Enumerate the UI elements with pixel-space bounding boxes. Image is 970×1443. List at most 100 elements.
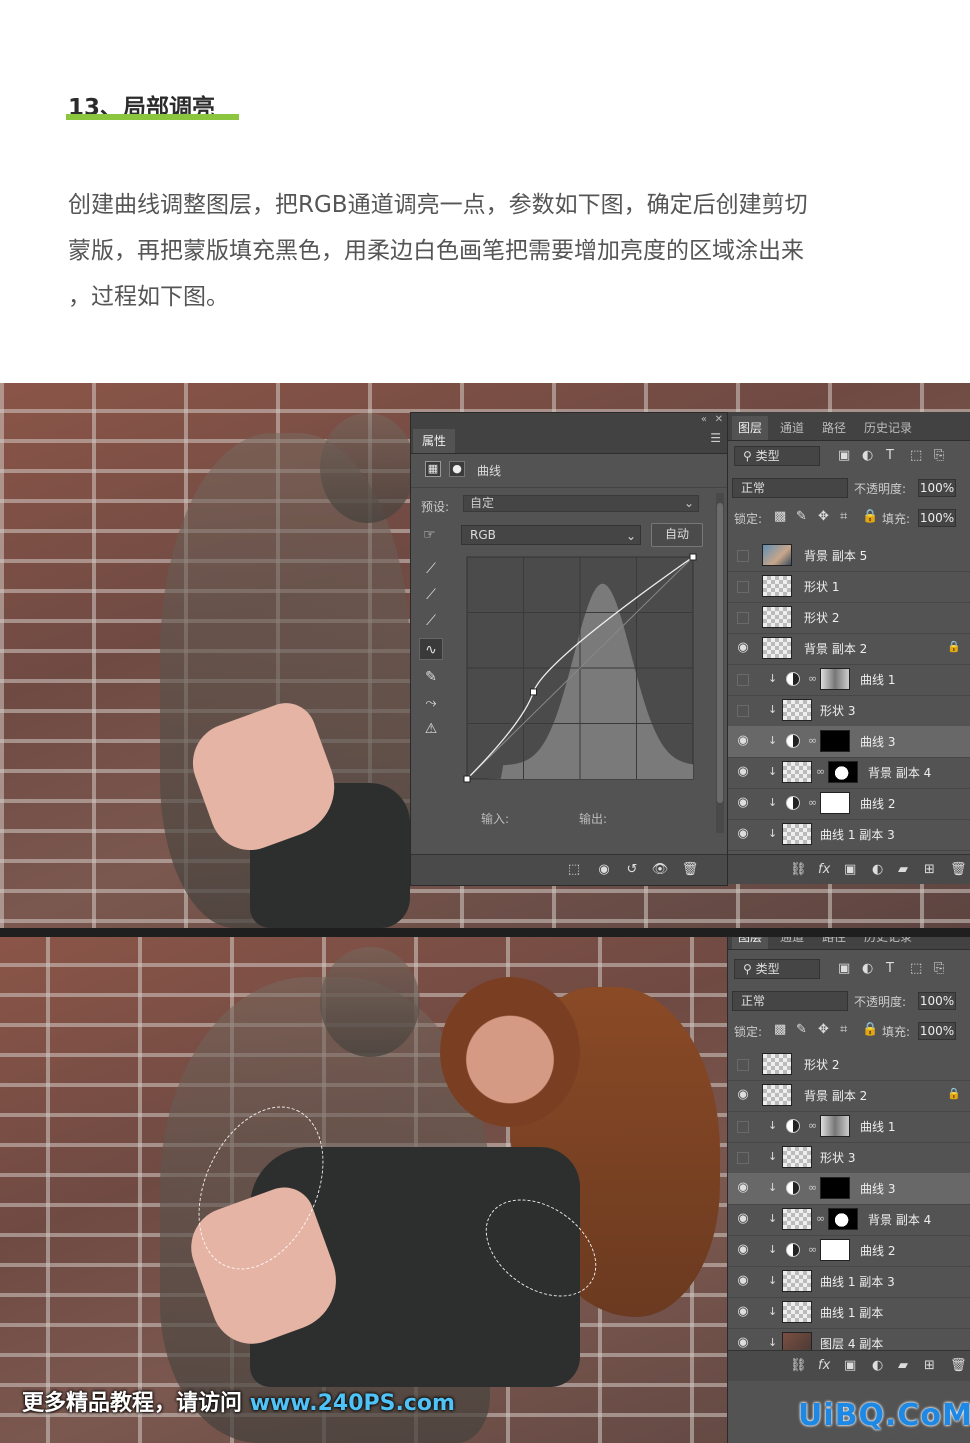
eye-icon[interactable]: ◉: [736, 1088, 750, 1102]
curve-graph[interactable]: [463, 553, 699, 793]
eye-icon[interactable]: ◉: [736, 1212, 750, 1226]
layer-row[interactable]: 背景 副本 5: [728, 540, 970, 572]
layer-mask-thumbnail[interactable]: [820, 792, 850, 814]
pixel-filter-icon[interactable]: ▣: [838, 961, 850, 976]
fx-icon[interactable]: fx: [818, 862, 830, 877]
eye-icon[interactable]: ◉: [736, 734, 750, 748]
clipping-warning-icon[interactable]: ⚠: [419, 718, 443, 740]
eye-icon[interactable]: ◉: [736, 796, 750, 810]
visibility-off-icon[interactable]: [737, 1121, 749, 1133]
text-filter-icon[interactable]: T: [886, 961, 894, 976]
lock-transparency-icon[interactable]: ▩: [774, 1022, 786, 1037]
eye-icon[interactable]: ◉: [736, 641, 750, 655]
adjustment-layer-icon[interactable]: ◐: [872, 862, 883, 877]
black-eyedropper-icon[interactable]: ⟋: [419, 558, 443, 580]
layer-row[interactable]: 形状 1: [728, 571, 970, 603]
trash-icon[interactable]: 🗑: [679, 861, 701, 879]
eye-icon[interactable]: ◉: [736, 827, 750, 841]
target-adjust-icon[interactable]: ☞: [423, 527, 436, 543]
close-icon[interactable]: ✕: [715, 414, 723, 425]
pixel-filter-icon[interactable]: ▣: [838, 448, 850, 463]
layer-row[interactable]: 形状 2: [728, 1049, 970, 1081]
menu-icon[interactable]: ☰: [710, 431, 721, 445]
link-icon[interactable]: ⛓: [790, 862, 807, 877]
tab-channels[interactable]: 通道: [774, 416, 810, 440]
mask-link-icon[interactable]: ∞: [808, 672, 817, 685]
smart-filter-icon[interactable]: ⎘: [934, 961, 944, 976]
shape-filter-icon[interactable]: ⬚: [910, 961, 922, 976]
visibility-off-icon[interactable]: [737, 705, 749, 717]
white-eyedropper-icon[interactable]: ⟋: [419, 610, 443, 632]
layer-row[interactable]: ◉ ↓ ∞ 曲线 2: [728, 1235, 970, 1267]
opacity-input[interactable]: 100%: [918, 992, 956, 1010]
auto-button[interactable]: 自动: [651, 523, 703, 547]
visibility-off-icon[interactable]: [737, 1059, 749, 1071]
lock-all-icon[interactable]: 🔒: [862, 1022, 878, 1037]
layer-mask-thumbnail[interactable]: [820, 1239, 850, 1261]
adjust-filter-icon[interactable]: ◐: [862, 448, 873, 463]
curve-point-tool-icon[interactable]: ∿: [419, 638, 443, 660]
channel-select[interactable]: RGB ⌄: [461, 525, 641, 545]
lock-artboard-icon[interactable]: ⌗: [840, 509, 847, 524]
lock-artboard-icon[interactable]: ⌗: [840, 1022, 847, 1037]
fill-input[interactable]: 100%: [918, 509, 956, 527]
adjust-filter-icon[interactable]: ◐: [862, 961, 873, 976]
mask-link-icon[interactable]: ∞: [808, 734, 817, 747]
eye-icon[interactable]: ◉: [736, 1181, 750, 1195]
filter-select[interactable]: ⚲ 类型: [734, 446, 820, 466]
mask-icon[interactable]: ●: [449, 461, 465, 477]
visibility-off-icon[interactable]: [737, 674, 749, 686]
layer-mask-thumbnail[interactable]: [820, 668, 850, 690]
scroll-thumb[interactable]: [717, 503, 723, 803]
preset-select[interactable]: 自定 ⌄: [463, 495, 699, 512]
smart-filter-icon[interactable]: ⎘: [934, 448, 944, 463]
smooth-icon[interactable]: ⤳: [419, 692, 443, 714]
mask-link-icon[interactable]: ∞: [808, 1243, 817, 1256]
eye-icon[interactable]: ◉: [736, 1305, 750, 1319]
layer-row[interactable]: ◉ ↓ ∞ 曲线 3: [728, 726, 970, 758]
trash-icon[interactable]: 🗑: [950, 1358, 967, 1373]
layer-row[interactable]: ↓ 形状 3: [728, 1142, 970, 1174]
visibility-eye-icon[interactable]: 👁: [649, 861, 671, 879]
visibility-off-icon[interactable]: [737, 581, 749, 593]
curve-svg[interactable]: [463, 553, 699, 793]
tab-properties[interactable]: 属性: [413, 429, 455, 453]
blend-mode-select[interactable]: 正常: [732, 991, 848, 1011]
reset-icon[interactable]: ↺: [621, 861, 643, 879]
clip-to-layer-icon[interactable]: ⬚: [563, 861, 585, 879]
layer-mask-thumbnail[interactable]: [820, 1115, 850, 1137]
layer-row[interactable]: ◉ 背景 副本 2 🔒: [728, 1080, 970, 1112]
new-layer-icon[interactable]: ⊞: [924, 862, 935, 877]
tab-history[interactable]: 历史记录: [858, 416, 918, 440]
tab-paths[interactable]: 路径: [816, 416, 852, 440]
adjustment-layer-icon[interactable]: ◐: [872, 1358, 883, 1373]
layer-mask-thumbnail[interactable]: [820, 1177, 850, 1199]
shape-filter-icon[interactable]: ⬚: [910, 448, 922, 463]
visibility-off-icon[interactable]: [737, 1152, 749, 1164]
layer-row[interactable]: ◉ ↓ ∞ 背景 副本 4: [728, 1204, 970, 1236]
lock-move-icon[interactable]: ✥: [818, 1022, 829, 1037]
properties-scrollbar[interactable]: [716, 493, 724, 833]
layer-row[interactable]: ◉ ↓ 曲线 1 副本 3: [728, 819, 970, 851]
layer-mask-thumbnail[interactable]: [820, 730, 850, 752]
eye-icon[interactable]: ◉: [736, 765, 750, 779]
layer-mask-thumbnail[interactable]: [828, 761, 858, 783]
eye-icon[interactable]: ◉: [736, 1243, 750, 1257]
text-filter-icon[interactable]: T: [886, 448, 894, 463]
layer-row[interactable]: ◉ ↓ ∞ 曲线 3: [728, 1173, 970, 1205]
link-icon[interactable]: ⛓: [790, 1358, 807, 1373]
fx-icon[interactable]: fx: [818, 1358, 830, 1373]
layer-row[interactable]: ◉ 背景 副本 2 🔒: [728, 633, 970, 665]
folder-icon[interactable]: ▰: [898, 1358, 908, 1373]
curves-grid-icon[interactable]: ▦: [425, 461, 441, 477]
layer-row[interactable]: ↓ 形状 3: [728, 695, 970, 727]
new-layer-icon[interactable]: ⊞: [924, 1358, 935, 1373]
visibility-off-icon[interactable]: [737, 550, 749, 562]
layer-row[interactable]: ◉ ↓ 曲线 1 副本: [728, 1297, 970, 1329]
lock-all-icon[interactable]: 🔒: [862, 509, 878, 524]
visibility-off-icon[interactable]: [737, 612, 749, 624]
lock-brush-icon[interactable]: ✎: [796, 509, 807, 524]
view-previous-icon[interactable]: ◉: [593, 861, 615, 879]
eye-icon[interactable]: ◉: [736, 1274, 750, 1288]
layer-row[interactable]: ◉ ↓ 曲线 1 副本 3: [728, 1266, 970, 1298]
